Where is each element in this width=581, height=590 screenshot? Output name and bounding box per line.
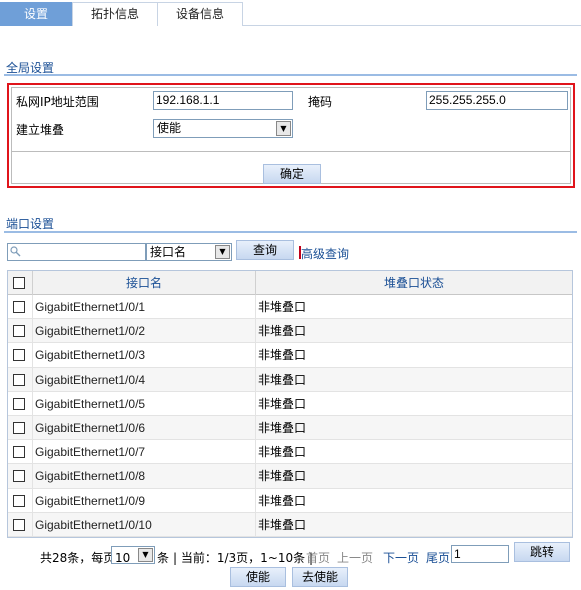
global-settings-form: 私网IP地址范围 192.168.1.1 掩码 255.255.255.0 建立… — [11, 87, 571, 184]
search-icon — [10, 246, 21, 257]
ip-range-label: 私网IP地址范围 — [16, 95, 99, 109]
interface-name-cell: GigabitEthernet1/0/5 — [32, 391, 255, 415]
table-row[interactable]: GigabitEthernet1/0/6 非堆叠口 — [8, 415, 572, 441]
table-row[interactable]: GigabitEthernet1/0/3 非堆叠口 — [8, 343, 572, 368]
interface-name-cell: GigabitEthernet1/0/6 — [32, 415, 255, 440]
interface-name-cell: GigabitEthernet1/0/10 — [32, 512, 255, 536]
stack-status-cell: 非堆叠口 — [255, 488, 572, 512]
row-checkbox[interactable] — [13, 325, 25, 338]
prev-page-link[interactable]: 上一页 — [337, 549, 373, 566]
stack-status-cell: 非堆叠口 — [255, 295, 572, 319]
stack-label: 建立堆叠 — [16, 123, 65, 137]
row-checkbox[interactable] — [13, 446, 25, 459]
page-size-value: 10 — [115, 551, 131, 565]
row-checkbox[interactable] — [13, 301, 25, 313]
table-row[interactable]: GigabitEthernet1/0/9 非堆叠口 — [8, 488, 572, 513]
global-settings-divider — [4, 74, 577, 76]
form-divider — [12, 151, 570, 152]
chevron-down-icon[interactable]: ▼ — [138, 548, 153, 562]
interface-name-cell: GigabitEthernet1/0/8 — [32, 464, 255, 488]
next-page-link[interactable]: 下一页 — [383, 549, 419, 566]
tab-topology-info[interactable]: 拓扑信息 — [72, 2, 158, 26]
interface-name-cell: GigabitEthernet1/0/2 — [32, 319, 255, 343]
stack-status-cell: 非堆叠口 — [255, 512, 572, 536]
interface-name-cell: GigabitEthernet1/0/1 — [32, 295, 255, 319]
ip-range-input[interactable]: 192.168.1.1 — [153, 91, 293, 110]
interface-name-cell: GigabitEthernet1/0/3 — [32, 343, 255, 367]
search-input[interactable] — [7, 243, 146, 261]
page-size-unit: 条 — [157, 551, 170, 565]
table-row[interactable]: GigabitEthernet1/0/4 非堆叠口 — [8, 367, 572, 392]
interface-name-cell: GigabitEthernet1/0/4 — [32, 367, 255, 391]
chevron-down-icon[interactable]: ▼ — [276, 121, 291, 136]
table-body: GigabitEthernet1/0/1 非堆叠口 GigabitEthernet1… — [8, 295, 572, 537]
page-size-select[interactable]: 10 ▼ — [111, 546, 155, 565]
advanced-query-link[interactable]: 高级查询 — [301, 245, 349, 262]
stack-status-cell: 非堆叠口 — [255, 415, 572, 440]
tab-bar: 设置 拓扑信息 设备信息 — [0, 0, 581, 26]
current-page-text: | 当前：1/3页，1~10条 | — [173, 551, 313, 565]
page-number-input[interactable]: 1 — [451, 545, 509, 563]
global-settings-panel: 私网IP地址范围 192.168.1.1 掩码 255.255.255.0 建立… — [7, 83, 575, 188]
row-checkbox[interactable] — [13, 349, 25, 362]
table-row[interactable]: GigabitEthernet1/0/5 非堆叠口 — [8, 391, 572, 416]
field-select[interactable]: 接口名 ▼ — [146, 243, 232, 261]
pagination-bar: 共28条，每页 10 ▼ 条 | 当前：1/3页，1~10条 | 首页 上一页 … — [0, 542, 581, 566]
select-all-checkbox[interactable] — [13, 277, 25, 289]
interface-name-cell: GigabitEthernet1/0/7 — [32, 440, 255, 464]
table-row[interactable]: GigabitEthernet1/0/7 非堆叠口 — [8, 440, 572, 465]
stack-status-cell: 非堆叠口 — [255, 343, 572, 367]
stack-status-cell: 非堆叠口 — [255, 391, 572, 415]
stack-select-value: 使能 — [157, 121, 182, 135]
column-header-stack-status[interactable]: 堆叠口状态 — [255, 271, 572, 295]
port-table: 接口名 堆叠口状态 GigabitEthernet1/0/1 非堆叠口 Gigabi… — [7, 270, 573, 538]
confirm-button[interactable]: 确定 — [263, 164, 321, 184]
row-checkbox[interactable] — [13, 494, 25, 507]
disable-button[interactable]: 去使能 — [292, 567, 348, 587]
row-checkbox[interactable] — [13, 373, 25, 386]
chevron-down-icon[interactable]: ▼ — [215, 245, 230, 259]
port-settings-divider — [4, 231, 577, 233]
total-count-text: 共28条，每页 — [40, 551, 116, 565]
table-row[interactable]: GigabitEthernet1/0/8 非堆叠口 — [8, 464, 572, 489]
table-row[interactable]: GigabitEthernet1/0/1 非堆叠口 — [8, 295, 572, 320]
enable-button[interactable]: 使能 — [230, 567, 286, 587]
table-row[interactable]: GigabitEthernet1/0/2 非堆叠口 — [8, 319, 572, 344]
row-checkbox[interactable] — [13, 421, 25, 434]
goto-page-button[interactable]: 跳转 — [514, 542, 570, 562]
mask-input[interactable]: 255.255.255.0 — [426, 91, 568, 110]
field-select-value: 接口名 — [150, 245, 187, 259]
stack-status-cell: 非堆叠口 — [255, 464, 572, 488]
row-checkbox[interactable] — [13, 470, 25, 483]
mask-label: 掩码 — [308, 95, 333, 109]
tab-device-info[interactable]: 设备信息 — [157, 2, 243, 26]
last-page-link[interactable]: 尾页 — [426, 549, 450, 566]
interface-name-cell: GigabitEthernet1/0/9 — [32, 488, 255, 512]
port-settings-title: 端口设置 — [6, 217, 55, 231]
query-button[interactable]: 查询 — [236, 240, 294, 260]
table-header: 接口名 堆叠口状态 — [8, 271, 572, 295]
table-row[interactable]: GigabitEthernet1/0/10 非堆叠口 — [8, 512, 572, 537]
tab-settings[interactable]: 设置 — [0, 2, 72, 26]
row-checkbox[interactable] — [13, 518, 25, 531]
stack-status-cell: 非堆叠口 — [255, 367, 572, 391]
stack-status-cell: 非堆叠口 — [255, 319, 572, 343]
column-header-interface[interactable]: 接口名 — [32, 271, 255, 295]
row-checkbox[interactable] — [13, 397, 25, 410]
stack-status-cell: 非堆叠口 — [255, 440, 572, 464]
first-page-link[interactable]: 首页 — [306, 549, 330, 566]
stack-select[interactable]: 使能 ▼ — [153, 119, 293, 138]
